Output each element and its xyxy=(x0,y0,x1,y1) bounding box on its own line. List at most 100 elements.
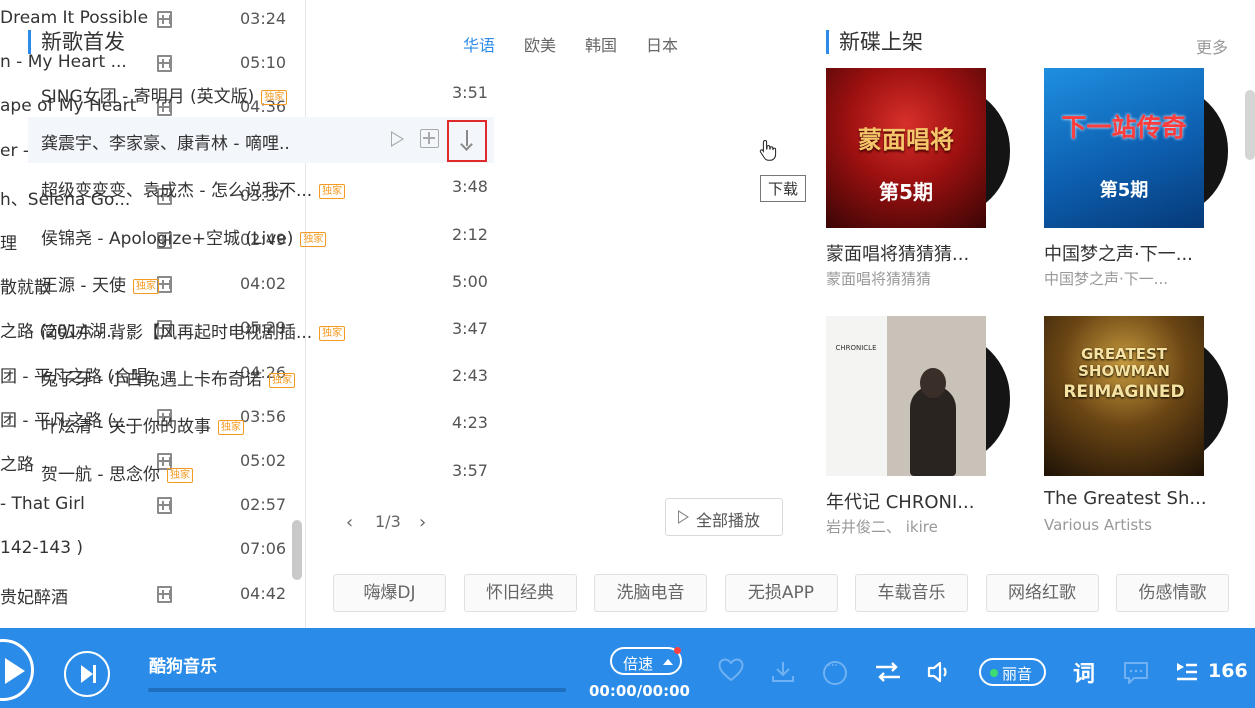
song-title-text: 王源 - 天使 xyxy=(41,275,126,296)
song-title-text: 简弘亦 - 背影【风再起时电视剧插... xyxy=(41,323,313,343)
playlist-scrollbar[interactable] xyxy=(292,520,302,580)
song-title-text: 龚震宇、李家豪、康青林 - 嘀哩.. xyxy=(41,134,290,155)
album-cover: CHRONICLE xyxy=(826,316,986,476)
song-duration: 2:43 xyxy=(452,366,488,386)
song-row[interactable]: 简弘亦 - 背影【风再起时电视剧插... 独家 3:47 xyxy=(28,306,494,352)
genre-tag-button[interactable]: 伤感情歌 xyxy=(1116,574,1229,612)
album-name[interactable]: 蒙面唱将猜猜猜... xyxy=(826,240,969,266)
next-track-button[interactable] xyxy=(64,651,110,697)
speed-label: 倍速 xyxy=(623,655,654,673)
album-artist[interactable]: 蒙面唱将猜猜猜 xyxy=(826,268,931,289)
playlist-row[interactable]: 贵妃醉酒 04:42 xyxy=(0,575,290,619)
comment-icon[interactable] xyxy=(1123,661,1149,685)
genre-tag-button[interactable]: 车载音乐 xyxy=(855,574,968,612)
song-row[interactable]: 贺一航 - 思念你 独家 3:57 xyxy=(28,448,494,494)
volume-icon[interactable] xyxy=(927,660,951,684)
mv-icon[interactable] xyxy=(157,11,172,28)
loop-mode-icon[interactable] xyxy=(874,661,902,683)
song-row[interactable]: 兔子牙 - 小白兔遇上卡布奇诺 独家 2:43 xyxy=(28,353,494,399)
album-cover: 蒙面唱将 第5期 xyxy=(826,68,986,228)
song-row[interactable]: 龚震宇、李家豪、康青林 - 嘀哩.. xyxy=(28,117,494,164)
add-icon[interactable] xyxy=(420,129,439,149)
song-title: 简弘亦 - 背影【风再起时电视剧插... 独家 xyxy=(41,318,346,343)
albums-more-link[interactable]: 更多 xyxy=(1196,34,1228,58)
mv-icon[interactable] xyxy=(157,585,172,603)
song-row[interactable]: 王源 - 天使 独家 5:00 xyxy=(28,259,494,305)
exclusive-badge: 独家 xyxy=(319,184,346,200)
sound-quality-button[interactable]: 丽音 xyxy=(979,658,1046,686)
hand-cursor-icon xyxy=(759,139,777,161)
song-row[interactable]: 叶炫清 - 关于你的故事 独家 4:23 xyxy=(28,400,494,446)
exclusive-badge: 独家 xyxy=(300,231,327,247)
song-title-text: 兔子牙 - 小白兔遇上卡布奇诺 xyxy=(41,370,262,391)
genre-tag-button[interactable]: 嗨爆DJ xyxy=(333,574,446,612)
now-playing-title: 酷狗音乐 xyxy=(149,657,217,677)
download-button[interactable] xyxy=(447,120,487,163)
album-artist[interactable]: 中国梦之声·下一... xyxy=(1044,268,1168,289)
quality-label: 丽音 xyxy=(1002,665,1033,683)
exclusive-badge: 独家 xyxy=(319,326,346,341)
page-indicator: 1/3 xyxy=(375,512,401,531)
song-duration: 5:00 xyxy=(452,271,488,291)
song-title: 贺一航 - 思念你 独家 xyxy=(41,460,193,485)
song-duration: 3:57 xyxy=(452,460,488,480)
play-icon[interactable] xyxy=(391,131,404,148)
exclusive-badge: 独家 xyxy=(268,373,295,389)
song-title-text: SING女团 - 寄明月 (英文版) xyxy=(41,87,255,107)
heart-icon[interactable] xyxy=(718,658,744,682)
song-title-text: 侯锦尧 - Apologize+空城 (Live) xyxy=(41,228,294,249)
content-scrollbar[interactable] xyxy=(1245,90,1255,160)
song-duration: 3:51 xyxy=(452,83,488,102)
song-title: 兔子牙 - 小白兔遇上卡布奇诺 独家 xyxy=(41,365,295,390)
playlist-icon[interactable] xyxy=(1175,661,1199,683)
song-duration: 04:42 xyxy=(240,583,287,603)
song-row[interactable]: 超级变变变、袁成杰 - 怎么说我不... 独家 3:48 xyxy=(28,164,494,210)
genre-tag-button[interactable]: 洗脑电音 xyxy=(594,574,707,612)
song-duration: 02:57 xyxy=(240,495,287,515)
mv-icon[interactable] xyxy=(157,497,172,515)
song-row[interactable]: SING女团 - 寄明月 (英文版) 独家 3:51 xyxy=(28,70,494,116)
exclusive-badge: 独家 xyxy=(217,420,244,436)
song-title-text: 贺一航 - 思念你 xyxy=(41,464,160,485)
page-prev-button[interactable]: ‹ xyxy=(346,512,353,533)
play-button[interactable] xyxy=(0,639,34,701)
tab-1[interactable]: 华语 xyxy=(463,32,495,56)
tab-3[interactable]: 韩国 xyxy=(585,32,617,56)
speed-button[interactable]: 倍速 xyxy=(610,647,682,675)
album-name[interactable]: 年代记 CHRONI... xyxy=(826,488,974,514)
tab-2[interactable]: 欧美 xyxy=(524,32,556,56)
album-artist[interactable]: Various Artists xyxy=(1044,516,1152,534)
song-title: 侯锦尧 - Apologize+空城 (Live) 独家 xyxy=(41,224,327,249)
genre-tag-button[interactable]: 无损APP xyxy=(724,574,838,612)
genre-tag-button[interactable]: 怀旧经典 xyxy=(463,574,577,612)
song-duration: 07:06 xyxy=(240,539,287,559)
exclusive-badge: 独家 xyxy=(132,278,159,294)
album-name[interactable]: 中国梦之声·下一... xyxy=(1044,240,1193,266)
new-songs-title: 新歌首发 xyxy=(28,30,125,54)
player-bar: 酷狗音乐 倍速 00:00/00:00 丽音 词 166 xyxy=(0,628,1255,708)
song-row[interactable]: 侯锦尧 - Apologize+空城 (Live) 独家 2:12 xyxy=(28,212,494,258)
playlist-row[interactable]: 142-143 ) 07:06 xyxy=(0,530,290,574)
lyrics-button[interactable]: 词 xyxy=(1073,656,1095,688)
download-icon[interactable] xyxy=(771,661,795,683)
page-next-button[interactable]: › xyxy=(419,512,426,533)
time-display: 00:00/00:00 xyxy=(589,682,690,700)
song-title: 超级变变变、袁成杰 - 怎么说我不... 独家 xyxy=(41,176,346,201)
play-all-label: 全部播放 xyxy=(696,511,761,530)
download-tooltip: 下载 xyxy=(760,175,807,202)
progress-bar[interactable] xyxy=(148,688,566,692)
album-name[interactable]: The Greatest Sh... xyxy=(1044,488,1207,509)
play-icon xyxy=(678,510,689,524)
song-duration: 2:12 xyxy=(452,224,488,244)
album-artist[interactable]: 岩井俊二、 ikire xyxy=(826,516,938,537)
album-cover: GREATEST SHOWMAN REIMAGINED xyxy=(1044,316,1204,476)
song-duration: 3:48 xyxy=(452,177,488,197)
status-dot-icon xyxy=(990,669,998,677)
play-all-button[interactable]: 全部播放 xyxy=(665,498,783,536)
download-icon xyxy=(466,130,468,147)
tab-4[interactable]: 日本 xyxy=(646,32,678,56)
genre-tag-button[interactable]: 网络红歌 xyxy=(985,574,1099,612)
more-icon[interactable] xyxy=(823,658,847,685)
song-title: SING女团 - 寄明月 (英文版) 独家 xyxy=(41,82,288,107)
song-duration: 4:23 xyxy=(452,413,488,433)
